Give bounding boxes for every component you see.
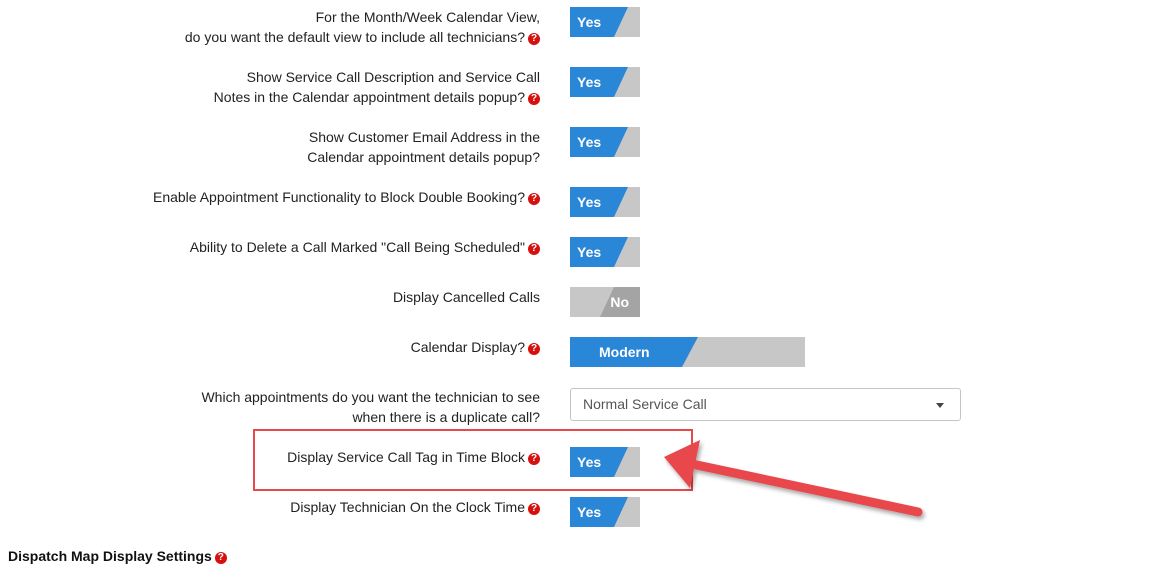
toggle-on-label: Yes <box>570 67 628 97</box>
label-line-1: Which appointments do you want the techn… <box>201 389 540 405</box>
select-value: Normal Service Call <box>583 396 707 412</box>
setting-label: Display Technician On the Clock Time? <box>290 497 540 517</box>
label-line-1: Enable Appointment Functionality to Bloc… <box>152 189 525 205</box>
help-icon[interactable]: ? <box>528 343 540 355</box>
duplicate-call-select[interactable]: Normal Service Call <box>570 388 961 421</box>
setting-label: Display Cancelled Calls <box>392 289 540 305</box>
setting-label: Show Customer Email Address in the Calen… <box>307 127 540 167</box>
help-icon[interactable]: ? <box>528 193 540 205</box>
toggle-off-knob <box>570 287 614 317</box>
toggle-switch[interactable]: Yes <box>570 187 640 217</box>
setting-label: Enable Appointment Functionality to Bloc… <box>153 187 540 207</box>
label-line-1: Display Technician On the Clock Time <box>290 499 525 515</box>
chevron-down-icon <box>936 403 944 408</box>
toggle-switch[interactable]: Yes <box>570 497 640 527</box>
toggle-off-label: No <box>610 294 629 310</box>
toggle-switch[interactable]: Yes <box>570 67 640 97</box>
label-line-1: Show Customer Email Address in the <box>308 129 540 145</box>
setting-label: Show Service Call Description and Servic… <box>214 67 540 107</box>
calendar-display-toggle[interactable]: Modern <box>570 337 805 367</box>
toggle-on-label: Yes <box>570 7 628 37</box>
toggle-on-label: Yes <box>570 237 628 267</box>
setting-label: Calendar Display?? <box>411 337 540 357</box>
setting-label: Ability to Delete a Call Marked "Call Be… <box>190 237 540 257</box>
help-icon[interactable]: ? <box>214 552 227 564</box>
help-icon[interactable]: ? <box>528 33 540 45</box>
annotation-highlight-box <box>253 429 693 491</box>
label-line-2: Notes in the Calendar appointment detail… <box>213 89 525 105</box>
toggle-on-label: Modern <box>570 337 698 367</box>
label-line-2: when there is a duplicate call? <box>352 409 540 425</box>
label-line-1: Show Service Call Description and Servic… <box>246 69 540 85</box>
section-title: Dispatch Map Display Settings? <box>8 548 227 564</box>
label-line-2: do you want the default view to include … <box>184 29 525 45</box>
setting-label: For the Month/Week Calendar View, do you… <box>185 7 540 47</box>
section-title-text: Dispatch Map Display Settings <box>8 548 212 564</box>
toggle-switch[interactable]: Yes <box>570 127 640 157</box>
label-line-1: For the Month/Week Calendar View, <box>315 9 540 25</box>
label-line-1: Ability to Delete a Call Marked "Call Be… <box>189 239 525 255</box>
toggle-on-label: Yes <box>570 187 628 217</box>
toggle-switch[interactable]: No <box>570 287 640 317</box>
toggle-on-label: Yes <box>570 497 628 527</box>
toggle-on-label: Yes <box>570 127 628 157</box>
setting-label: Which appointments do you want the techn… <box>201 387 540 427</box>
toggle-switch[interactable]: Yes <box>570 237 640 267</box>
help-icon[interactable]: ? <box>528 503 540 515</box>
help-icon[interactable]: ? <box>528 243 540 255</box>
help-icon[interactable]: ? <box>528 93 540 105</box>
toggle-switch[interactable]: Yes <box>570 7 640 37</box>
label-line-2: Calendar appointment details popup? <box>307 149 540 165</box>
label-line-1: Calendar Display? <box>410 339 525 355</box>
